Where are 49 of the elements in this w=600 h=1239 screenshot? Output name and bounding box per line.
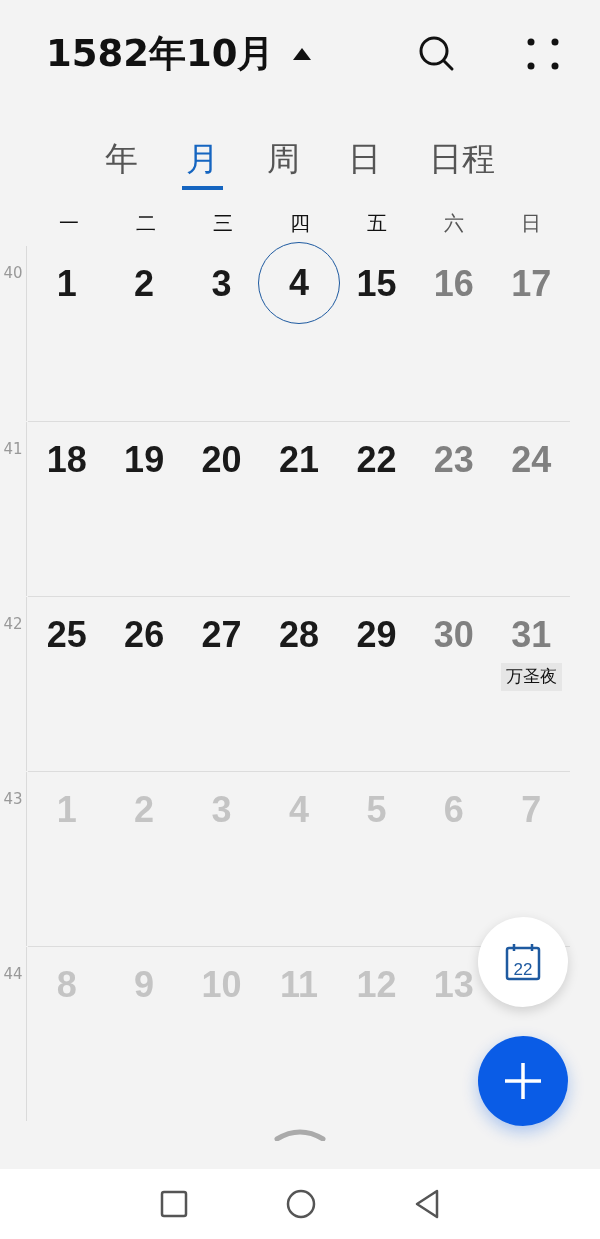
home-icon[interactable] xyxy=(286,1189,316,1219)
day-cell[interactable]: 18 xyxy=(46,442,87,478)
calendar-icon: 22 xyxy=(505,943,541,981)
week-number: 44 xyxy=(3,964,23,985)
day-cell[interactable]: 3 xyxy=(211,266,232,302)
day-cell[interactable]: 19 xyxy=(124,442,165,478)
month-title: 1582年10月 xyxy=(46,31,275,78)
day-cell[interactable]: 15 xyxy=(356,266,397,302)
day-cell[interactable]: 27 xyxy=(201,617,242,653)
view-tab[interactable]: 日程 xyxy=(425,132,499,190)
day-cell[interactable]: 26 xyxy=(124,617,165,653)
day-cell[interactable]: 31 xyxy=(511,617,552,653)
day-cell[interactable]: 24 xyxy=(511,442,552,478)
day-cell[interactable]: 21 xyxy=(278,442,319,478)
event-chip[interactable]: 万圣夜 xyxy=(500,663,562,691)
day-cell[interactable]: 25 xyxy=(46,617,87,653)
day-cell[interactable]: 16 xyxy=(433,266,474,302)
plus-icon xyxy=(503,1061,543,1101)
day-cell[interactable]: 28 xyxy=(278,617,319,653)
week-number: 42 xyxy=(3,614,23,635)
day-cell[interactable]: 1 xyxy=(56,266,77,302)
week-number: 43 xyxy=(3,789,23,810)
week-number: 40 xyxy=(3,263,23,284)
view-tab[interactable]: 月 xyxy=(182,132,223,190)
search-icon[interactable] xyxy=(418,35,456,73)
back-icon[interactable] xyxy=(414,1189,440,1219)
weekday-label: 一 xyxy=(58,210,79,237)
view-tab[interactable]: 周 xyxy=(263,132,304,190)
weekday-label: 四 xyxy=(290,210,310,237)
recent-apps-icon[interactable] xyxy=(160,1190,188,1218)
weekday-label: 三 xyxy=(212,210,233,237)
weekday-label: 日 xyxy=(521,210,542,237)
weekday-label: 五 xyxy=(367,210,388,237)
today-button[interactable]: 22 xyxy=(478,917,568,1007)
caret-up-icon[interactable] xyxy=(292,47,313,61)
day-cell[interactable]: 22 xyxy=(356,442,397,478)
week-number: 41 xyxy=(3,439,23,460)
day-cell[interactable]: 20 xyxy=(201,442,242,478)
view-tab[interactable]: 年 xyxy=(101,132,142,190)
add-button[interactable] xyxy=(478,1036,568,1126)
day-cell[interactable]: 17 xyxy=(511,266,552,302)
weekday-label: 二 xyxy=(135,210,156,237)
view-tab[interactable]: 日 xyxy=(344,132,385,190)
more-icon[interactable] xyxy=(526,37,560,71)
day-cell[interactable]: 30 xyxy=(433,617,474,653)
day-cell[interactable]: 2 xyxy=(134,266,155,302)
day-cell[interactable]: 29 xyxy=(356,617,397,653)
day-cell[interactable]: 23 xyxy=(433,442,474,478)
weekday-label: 六 xyxy=(444,210,465,237)
